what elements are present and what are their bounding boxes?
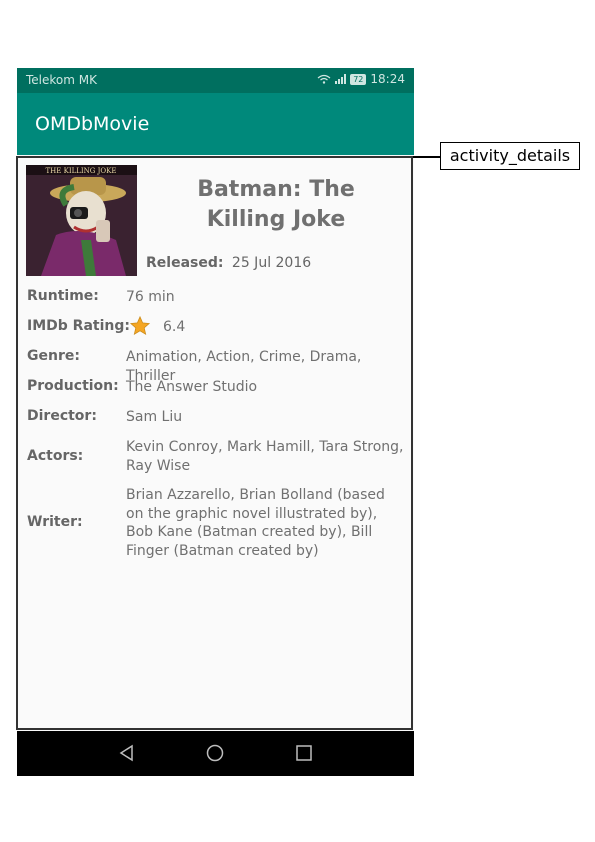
battery-icon: 72 [350, 73, 367, 85]
joker-poster-image: THE KILLING JOKE [26, 165, 137, 276]
home-icon[interactable] [205, 743, 225, 763]
app-bar: OMDbMovie [17, 93, 414, 155]
status-bar: Telekom MK 72 18:24 [17, 68, 414, 93]
detail-value: The Answer Studio [126, 379, 258, 395]
detail-label: Production: [27, 378, 119, 394]
detail-value: Brian Azzarello, Brian Bolland (based on… [126, 487, 385, 559]
detail-label: Actors: [27, 448, 84, 464]
detail-value: 76 min [126, 289, 175, 305]
phone-screen: Telekom MK 72 18:24 OMDbMovie THE KILLIN… [16, 68, 414, 776]
annotation-label: activity_details [440, 142, 580, 170]
star-icon [129, 315, 151, 336]
signal-icon [335, 74, 347, 84]
released-date: 25 Jul 2016 [231, 255, 312, 271]
movie-title: Batman: The Killing Joke [197, 177, 355, 232]
navigation-bar [17, 731, 414, 776]
movie-poster[interactable]: THE KILLING JOKE [26, 165, 137, 276]
released-label: Released: [146, 255, 224, 271]
clock: 18:24 [370, 72, 405, 86]
wifi-icon [317, 74, 331, 84]
detail-label: Director: [27, 408, 97, 424]
release-info: Released: 25 Jul 2016 [146, 255, 311, 271]
callout-connector [413, 156, 440, 158]
detail-label: Runtime: [27, 288, 99, 304]
app-title: OMDbMovie [35, 113, 150, 135]
detail-value: Sam Liu [126, 409, 183, 425]
rating-value: 6.4 [163, 319, 186, 335]
detail-label: Writer: [27, 514, 83, 530]
activity-details: THE KILLING JOKE Batman: The Killing Jok… [16, 156, 413, 730]
back-icon[interactable] [117, 743, 137, 763]
detail-label: IMDb Rating: [27, 318, 130, 334]
detail-label: Genre: [27, 348, 80, 364]
detail-value: Kevin Conroy, Mark Hamill, Tara Strong, … [126, 439, 404, 474]
recents-icon[interactable] [294, 743, 314, 763]
carrier-name: Telekom MK [26, 73, 97, 87]
svg-text:THE KILLING JOKE: THE KILLING JOKE [46, 167, 117, 175]
